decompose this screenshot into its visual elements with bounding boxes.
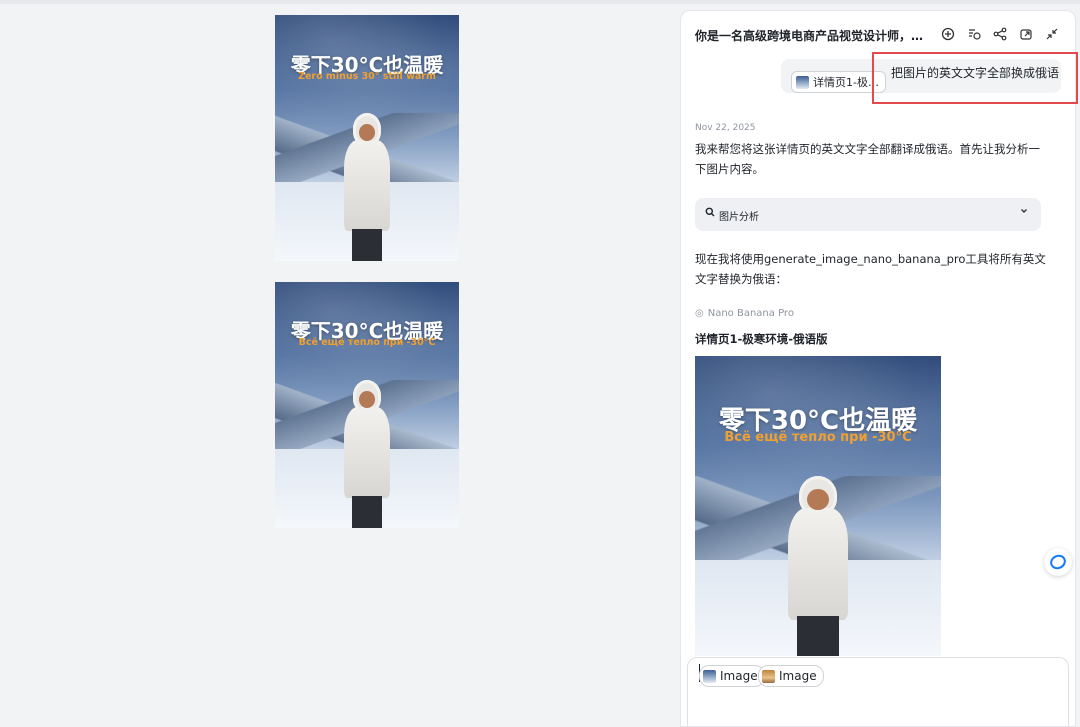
tool-label: ◎ Nano Banana Pro xyxy=(695,308,794,319)
collapse-icon[interactable] xyxy=(1043,25,1061,43)
share-icon[interactable] xyxy=(991,25,1009,43)
eye-icon: ◎ xyxy=(695,308,704,319)
canvas-poster-russian[interactable]: 零下30°C也温暖 Всё ещё тепло при -30°C xyxy=(275,282,459,528)
image-thumbnail-icon xyxy=(762,669,775,683)
search-icon xyxy=(705,207,715,220)
assistant-float-button[interactable] xyxy=(1044,548,1072,576)
image-analysis-toggle[interactable]: 图片分析 xyxy=(695,198,1041,231)
poster-subtitle: Zero minus 30° still warm xyxy=(298,71,436,82)
poster-subtitle: Всё ещё тепло при -30°C xyxy=(298,337,436,348)
assistant-intro: 我来帮您将这张详情页的英文文字全部翻译成俄语。首先让我分析一下图片内容。 xyxy=(695,142,1040,176)
top-divider xyxy=(0,0,1080,4)
open-external-icon[interactable] xyxy=(1017,25,1035,43)
chat-title: 你是一名高级跨境电商产品视觉设计师，… xyxy=(695,29,924,43)
highlight-box xyxy=(872,52,1078,104)
image-thumbnail-icon xyxy=(703,669,716,683)
analysis-label: 图片分析 xyxy=(719,212,759,223)
input-image-chip-1[interactable]: Image xyxy=(699,665,765,687)
assistant-logo-icon xyxy=(1047,552,1069,572)
chat-panel: 你是一名高级跨境电商产品视觉设计师，… 详情页1-极… 把图片的英文文字全部换成… xyxy=(680,10,1076,727)
canvas-poster-original[interactable]: 零下30°C也温暖 Zero minus 30° still warm xyxy=(275,15,459,261)
chevron-down-icon xyxy=(1019,206,1029,219)
result-image[interactable]: 零下30°C也温暖 Всё ещё тепло при -30°C xyxy=(695,356,941,656)
poster-person xyxy=(784,476,853,656)
result-title: 详情页1-极寒环境-俄语版 xyxy=(695,332,828,346)
new-chat-icon[interactable] xyxy=(939,25,957,43)
result-image-subtitle: Всё ещё тепло при -30°C xyxy=(724,430,912,445)
image-thumbnail-icon xyxy=(796,75,809,89)
message-date: Nov 22, 2025 xyxy=(695,123,756,133)
history-icon[interactable] xyxy=(965,25,983,43)
chat-input[interactable]: Image Image xyxy=(687,657,1069,726)
input-image-chip-2[interactable]: Image xyxy=(758,665,824,687)
poster-person xyxy=(341,380,393,528)
poster-person xyxy=(341,113,393,261)
assistant-action-text: 现在我将使用generate_image_nano_banana_pro工具将所… xyxy=(695,252,1046,286)
